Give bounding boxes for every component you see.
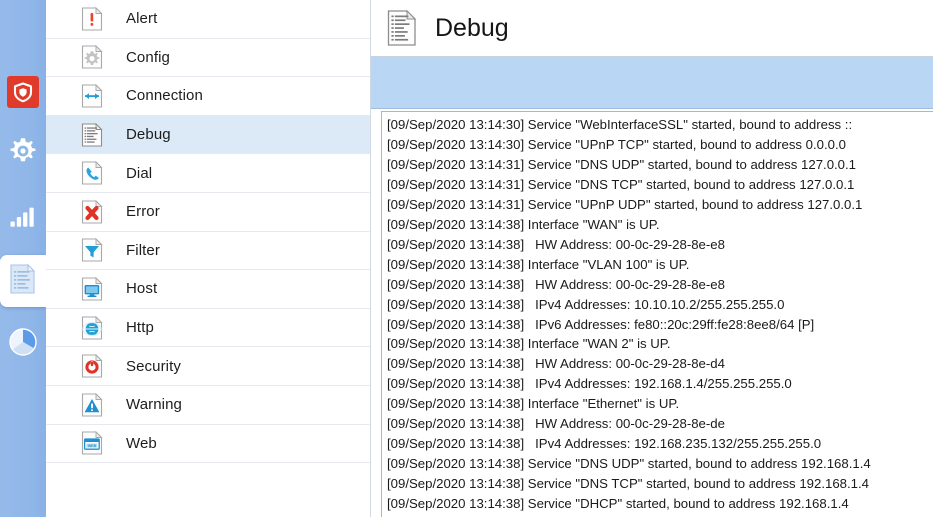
log-viewer: [09/Sep/2020 13:14:30] Service "WebInter… [371,109,933,517]
menu-item-label: Security [126,357,181,375]
log-line: [09/Sep/2020 13:14:38] IPv4 Addresses: 1… [387,436,822,452]
menu-item-label: Warning [126,396,182,414]
menu-item-security[interactable]: Security [46,347,370,386]
filter-document-icon [79,237,105,263]
dial-document-icon [79,160,105,186]
content-header: Debug [371,0,933,57]
config-document-icon [79,44,105,70]
page-title: Debug [435,13,509,42]
log-line: [09/Sep/2020 13:14:31] Service "DNS TCP"… [387,176,855,192]
menu-empty-space [46,463,370,504]
log-line: [09/Sep/2020 13:14:31] Service "DNS UDP"… [387,156,857,172]
web-document-icon: WEB [79,430,105,456]
debug-document-icon [383,8,421,48]
log-line: [09/Sep/2020 13:14:38] Interface "VLAN 1… [387,256,690,272]
menu-item-label: Host [126,280,158,298]
log-line: [09/Sep/2020 13:14:38] Interface "Ethern… [387,396,680,412]
log-line: [09/Sep/2020 13:14:38] HW Address: 00-0c… [387,356,725,372]
log-line: [09/Sep/2020 13:14:30] Service "WebInter… [387,117,853,132]
log-category-menu: Alert Config Connection Debug Dial Error… [46,0,371,517]
error-document-icon [79,199,105,225]
debug-document-icon [79,122,105,148]
log-document-icon [8,262,38,301]
menu-item-error[interactable]: Error [46,192,370,232]
log-line: [09/Sep/2020 13:14:38] Interface "WAN 2"… [387,336,671,352]
menu-item-label: Debug [126,126,171,144]
menu-item-host[interactable]: Host [46,270,370,309]
log-line: [09/Sep/2020 13:14:38] HW Address: 00-0c… [387,236,725,252]
connection-document-icon [79,83,105,109]
log-line: [09/Sep/2020 13:14:38] Interface "WAN" i… [387,216,660,232]
log-line: [09/Sep/2020 13:14:38] Service "DNS TCP"… [387,476,869,492]
rail-item-reports[interactable] [0,318,46,370]
log-line: [09/Sep/2020 13:14:38] IPv6 Addresses: f… [387,316,815,332]
menu-item-debug[interactable]: Debug [46,115,370,155]
menu-item-label: Error [126,203,160,221]
warning-document-icon [79,392,105,418]
menu-item-label: Dial [126,164,153,182]
log-line: [09/Sep/2020 13:14:38] IPv4 Addresses: 1… [387,376,792,392]
svg-text:WEB: WEB [88,444,97,448]
menu-item-label: Connection [126,87,203,105]
rail-item-logs[interactable] [0,255,46,307]
rail-item-security-shield[interactable] [0,68,46,120]
log-line: [09/Sep/2020 13:14:38] HW Address: 00-0c… [387,276,725,292]
menu-item-label: Http [126,319,154,337]
menu-item-filter[interactable]: Filter [46,231,370,271]
menu-item-http[interactable]: Http [46,308,370,348]
application-window: Alert Config Connection Debug Dial Error… [0,0,933,517]
menu-item-connection[interactable]: Connection [46,77,370,116]
bar-chart-icon [6,200,40,239]
menu-item-web[interactable]: WEB Web [46,424,370,464]
menu-item-warning[interactable]: Warning [46,385,370,425]
pie-chart-icon [6,325,40,364]
menu-item-label: Alert [126,10,158,28]
menu-item-dial[interactable]: Dial [46,154,370,193]
security-document-icon [79,353,105,379]
menu-item-alert[interactable]: Alert [46,0,370,39]
log-line: [09/Sep/2020 13:14:38] HW Address: 00-0c… [387,416,725,432]
log-line: [09/Sep/2020 13:14:31] Service "UPnP UDP… [387,196,863,212]
menu-item-label: Web [126,434,157,452]
menu-item-label: Config [126,48,170,66]
shield-icon [6,75,40,114]
icon-rail [0,0,46,517]
http-document-icon [79,315,105,341]
menu-item-config[interactable]: Config [46,38,370,78]
toolbar-band[interactable] [371,57,933,109]
gear-icon [6,134,40,173]
alert-document-icon [79,6,105,32]
log-line: [09/Sep/2020 13:14:38] Service "DHCP" st… [387,496,849,512]
log-line: [09/Sep/2020 13:14:38] IPv4 Addresses: 1… [387,296,785,312]
content-area: Debug [09/Sep/2020 13:14:30] Service "We… [371,0,933,517]
menu-item-label: Filter [126,241,160,259]
rail-item-settings[interactable] [0,127,46,179]
log-text-area[interactable]: [09/Sep/2020 13:14:30] Service "WebInter… [381,111,933,517]
log-line: [09/Sep/2020 13:14:30] Service "UPnP TCP… [387,136,847,152]
log-line: [09/Sep/2020 13:14:38] Service "DNS UDP"… [387,456,871,472]
rail-item-statistics[interactable] [0,193,46,245]
host-document-icon [79,276,105,302]
